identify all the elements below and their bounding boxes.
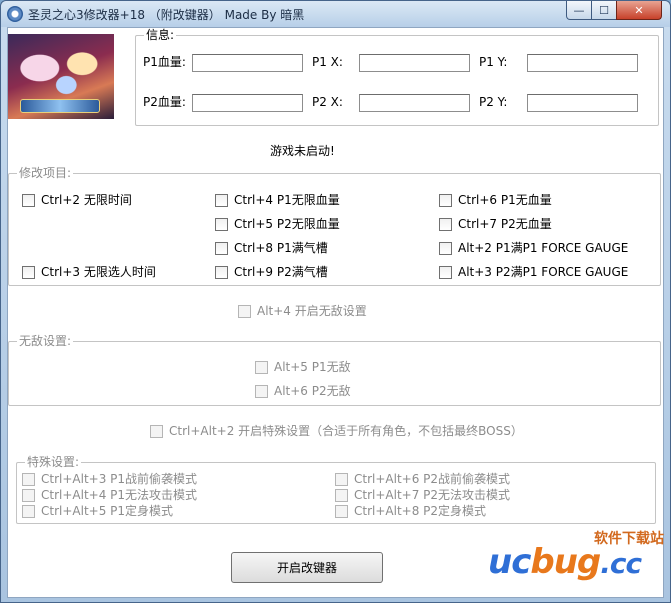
checkbox-label: Ctrl+9 P2满气槽 <box>234 265 328 279</box>
checkbox-label: Ctrl+Alt+4 P1无法攻击模式 <box>41 488 198 502</box>
app-icon <box>7 6 23 22</box>
checkbox-label: Alt+3 P2满P1 FORCE GAUGE <box>458 265 629 279</box>
checkbox-box[interactable] <box>215 193 228 207</box>
checkbox-box[interactable] <box>215 217 228 231</box>
checkbox-box[interactable] <box>255 360 268 374</box>
p2-no-attack-checkbox[interactable]: Ctrl+Alt+7 P2无法攻击模式 <box>335 488 510 502</box>
checkbox-label: Ctrl+Alt+3 P1战前偷袭模式 <box>41 472 198 486</box>
checkbox-box[interactable] <box>22 193 35 207</box>
watermark-cc: .cc <box>600 547 642 580</box>
invincible-toggle-checkbox[interactable]: Alt+4 开启无敌设置 <box>238 304 367 318</box>
game-status-text: 游戏未启动! <box>270 144 335 158</box>
checkbox-box[interactable] <box>215 241 228 255</box>
special-group: 特殊设置: Ctrl+Alt+3 P1战前偷袭模式 Ctrl+Alt+4 P1无… <box>16 455 656 524</box>
title-bar[interactable]: 圣灵之心3修改器+18 （附改键器） Made By 暗黑 — ☐ ✕ <box>1 1 670 27</box>
checkbox-label: Alt+5 P1无敌 <box>274 360 351 374</box>
p1-freeze-checkbox[interactable]: Ctrl+Alt+5 P1定身模式 <box>22 504 173 518</box>
watermark-bug: bug <box>530 542 601 582</box>
p2-freeze-checkbox[interactable]: Ctrl+Alt+8 P2定身模式 <box>335 504 486 518</box>
p1-invincible-checkbox[interactable]: Alt+5 P1无敌 <box>255 360 351 374</box>
checkbox-box[interactable] <box>335 472 348 486</box>
checkbox-label: Ctrl+8 P1满气槽 <box>234 241 328 255</box>
checkbox-box[interactable] <box>150 424 163 438</box>
p1-hp-field[interactable] <box>192 54 303 72</box>
info-group: 信息: P1血量: P1 X: P1 Y: P2血量: P2 X: P2 Y: <box>135 28 659 126</box>
modify-legend: 修改项目: <box>17 166 74 180</box>
site-watermark: 软件下载站 ucbug.cc <box>488 528 668 594</box>
p1-no-attack-checkbox[interactable]: Ctrl+Alt+4 P1无法攻击模式 <box>22 488 197 502</box>
unlimited-select-time-checkbox[interactable]: Ctrl+3 无限选人时间 <box>22 265 156 279</box>
p2-full-gauge-checkbox[interactable]: Ctrl+9 P2满气槽 <box>215 265 328 279</box>
checkbox-box[interactable] <box>439 265 452 279</box>
app-window: 圣灵之心3修改器+18 （附改键器） Made By 暗黑 — ☐ ✕ 信息: … <box>0 0 671 603</box>
p1-y-label: P1 Y: <box>479 55 508 69</box>
unlimited-time-checkbox[interactable]: Ctrl+2 无限时间 <box>22 193 132 207</box>
checkbox-label: Alt+4 开启无敌设置 <box>257 304 367 318</box>
start-keymapper-button[interactable]: 开启改键器 <box>231 552 383 583</box>
p2-sneak-attack-checkbox[interactable]: Ctrl+Alt+6 P2战前偷袭模式 <box>335 472 510 486</box>
checkbox-box[interactable] <box>335 504 348 518</box>
p2-no-hp-checkbox[interactable]: Ctrl+7 P2无血量 <box>439 217 552 231</box>
checkbox-box[interactable] <box>22 472 35 486</box>
close-button[interactable]: ✕ <box>616 1 662 20</box>
p2-x-label: P2 X: <box>312 95 343 109</box>
p1-x-label: P1 X: <box>312 55 343 69</box>
p2-x-field[interactable] <box>359 94 470 112</box>
p1-no-hp-checkbox[interactable]: Ctrl+6 P1无血量 <box>439 193 552 207</box>
checkbox-box[interactable] <box>335 488 348 502</box>
p2-force-gauge-checkbox[interactable]: Alt+3 P2满P1 FORCE GAUGE <box>439 265 628 279</box>
checkbox-box[interactable] <box>22 265 35 279</box>
invincible-group: 无敌设置: Alt+5 P1无敌 Alt+6 P2无敌 <box>8 334 661 406</box>
p1-infinite-hp-checkbox[interactable]: Ctrl+4 P1无限血量 <box>215 193 340 207</box>
p1-hp-label: P1血量: <box>143 55 186 69</box>
checkbox-box[interactable] <box>255 384 268 398</box>
p1-sneak-attack-checkbox[interactable]: Ctrl+Alt+3 P1战前偷袭模式 <box>22 472 197 486</box>
checkbox-label: Ctrl+2 无限时间 <box>41 193 132 207</box>
maximize-button[interactable]: ☐ <box>591 1 617 20</box>
client-area: 信息: P1血量: P1 X: P1 Y: P2血量: P2 X: P2 Y: … <box>7 27 664 598</box>
checkbox-label: Ctrl+4 P1无限血量 <box>234 193 340 207</box>
checkbox-box[interactable] <box>439 241 452 255</box>
checkbox-box[interactable] <box>439 217 452 231</box>
invincible-legend: 无敌设置: <box>17 334 74 348</box>
p1-x-field[interactable] <box>359 54 470 72</box>
game-logo <box>20 99 100 113</box>
info-legend: 信息: <box>144 28 177 42</box>
checkbox-label: Ctrl+5 P2无限血量 <box>234 217 340 231</box>
checkbox-label: Ctrl+Alt+8 P2定身模式 <box>354 504 487 518</box>
watermark-uc: uc <box>488 542 531 582</box>
p2-hp-label: P2血量: <box>143 95 186 109</box>
checkbox-label: Ctrl+7 P2无血量 <box>458 217 552 231</box>
watermark-logo: ucbug.cc <box>488 542 642 582</box>
checkbox-box[interactable] <box>22 504 35 518</box>
p1-force-gauge-checkbox[interactable]: Alt+2 P1满P1 FORCE GAUGE <box>439 241 628 255</box>
p2-y-field[interactable] <box>527 94 638 112</box>
p1-y-field[interactable] <box>527 54 638 72</box>
checkbox-label: Ctrl+Alt+2 开启特殊设置（合适于所有角色，不包括最终BOSS） <box>169 424 523 438</box>
p2-hp-field[interactable] <box>192 94 303 112</box>
p1-full-gauge-checkbox[interactable]: Ctrl+8 P1满气槽 <box>215 241 328 255</box>
checkbox-box[interactable] <box>22 488 35 502</box>
checkbox-label: Ctrl+Alt+5 P1定身模式 <box>41 504 174 518</box>
window-title: 圣灵之心3修改器+18 （附改键器） Made By 暗黑 <box>28 8 305 22</box>
checkbox-label: Ctrl+3 无限选人时间 <box>41 265 156 279</box>
checkbox-label: Ctrl+6 P1无血量 <box>458 193 552 207</box>
p2-infinite-hp-checkbox[interactable]: Ctrl+5 P2无限血量 <box>215 217 340 231</box>
checkbox-label: Alt+6 P2无敌 <box>274 384 351 398</box>
checkbox-label: Ctrl+Alt+7 P2无法攻击模式 <box>354 488 511 502</box>
checkbox-label: Alt+2 P1满P1 FORCE GAUGE <box>458 241 629 255</box>
minimize-button[interactable]: — <box>566 1 592 20</box>
special-toggle-checkbox[interactable]: Ctrl+Alt+2 开启特殊设置（合适于所有角色，不包括最终BOSS） <box>150 424 523 438</box>
checkbox-box[interactable] <box>215 265 228 279</box>
special-legend: 特殊设置: <box>25 455 82 469</box>
game-banner-image <box>8 34 114 119</box>
checkbox-box[interactable] <box>439 193 452 207</box>
p2-y-label: P2 Y: <box>479 95 508 109</box>
modify-group: 修改项目: Ctrl+2 无限时间 Ctrl+3 无限选人时间 Ctrl+4 P… <box>8 166 661 286</box>
p2-invincible-checkbox[interactable]: Alt+6 P2无敌 <box>255 384 351 398</box>
checkbox-box[interactable] <box>238 304 251 318</box>
checkbox-label: Ctrl+Alt+6 P2战前偷袭模式 <box>354 472 511 486</box>
